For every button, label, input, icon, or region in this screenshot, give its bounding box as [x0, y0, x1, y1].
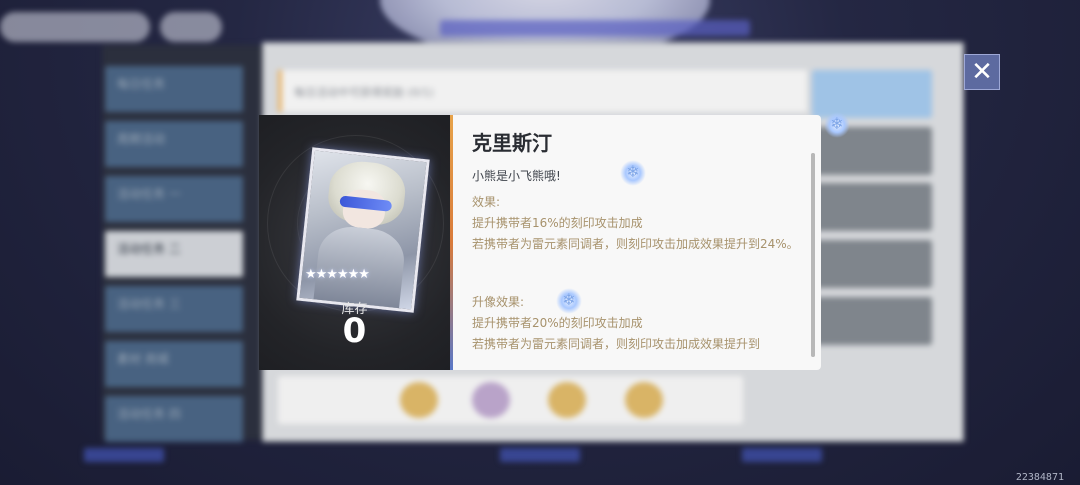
- right-status-button[interactable]: [812, 70, 932, 118]
- top-banner: [440, 20, 750, 36]
- reward-icon[interactable]: [625, 382, 663, 418]
- left-menu-item-4[interactable]: 活动任务 二: [105, 231, 243, 277]
- upgrade-section: 升像效果: 提升携带者20%的刻印攻击加成 若携带者为雷元素同调者，则刻印攻击加…: [472, 292, 802, 355]
- effect-line: 提升携带者16%的刻印攻击加成: [472, 216, 643, 230]
- effect-section: 效果: 提升携带者16%的刻印攻击加成 若携带者为雷元素同调者，则刻印攻击加成效…: [472, 192, 802, 255]
- bottom-tab-1[interactable]: [84, 448, 164, 462]
- user-id: 22384871: [1015, 472, 1064, 483]
- left-menu-item-6[interactable]: 素材 商城: [105, 341, 243, 387]
- left-menu-item-3[interactable]: 活动任务 一: [105, 176, 243, 222]
- snowflake-icon: [556, 288, 582, 314]
- upgrade-heading: 升像效果:: [472, 295, 525, 309]
- upgrade-line: 提升携带者20%的刻印攻击加成: [472, 316, 643, 330]
- left-menu-label: 周期活动: [117, 132, 166, 146]
- left-menu-item-7[interactable]: 活动任务 四: [105, 396, 243, 442]
- stock-value: 0: [342, 311, 367, 351]
- scrollbar-thumb[interactable]: [811, 153, 815, 357]
- left-menu-label: 每日任务: [117, 77, 166, 91]
- bottom-tab-3[interactable]: [742, 448, 822, 462]
- portrait-body: [313, 223, 407, 309]
- reward-strip: [278, 376, 743, 424]
- upgrade-line: 若携带者为雷元素同调者，则刻印攻击加成效果提升到: [472, 337, 761, 351]
- reward-icon[interactable]: [472, 382, 510, 418]
- item-card-left: ★★★★★★ 库存 0: [259, 115, 450, 370]
- right-slot-3[interactable]: [812, 183, 932, 231]
- left-menu-item-5[interactable]: 活动任务 三: [105, 286, 243, 332]
- left-menu-item-1[interactable]: 每日任务: [105, 66, 243, 112]
- character-portrait: [296, 147, 430, 313]
- right-slot-4[interactable]: [812, 240, 932, 288]
- top-pill-2[interactable]: [160, 12, 222, 42]
- item-title: 克里斯汀: [472, 131, 552, 155]
- effect-heading: 效果:: [472, 195, 501, 209]
- left-menu-label: 活动任务 二: [117, 242, 181, 256]
- star-rating: ★★★★★★: [305, 267, 370, 282]
- item-info-panel: 克里斯汀 小熊是小飞熊哦! 效果: 提升携带者16%的刻印攻击加成 若携带者为雷…: [453, 115, 821, 370]
- left-menu-label: 活动任务 一: [117, 187, 181, 201]
- left-menu-item-2[interactable]: 周期活动: [105, 121, 243, 167]
- left-menu-label: 活动任务 三: [117, 297, 181, 311]
- snowflake-icon: [620, 160, 646, 186]
- reward-icon[interactable]: [400, 382, 438, 418]
- effect-line: 若携带者为雷元素同调者，则刻印攻击加成效果提升到24%。: [472, 237, 799, 251]
- item-detail-popup: ★★★★★★ 库存 0 克里斯汀 小熊是小飞熊哦! 效果: 提升携带者16%的刻…: [259, 115, 821, 370]
- item-description: 小熊是小飞熊哦!: [472, 169, 561, 183]
- main-top-row: 每日活动中可获得奖励 (0/1): [278, 70, 807, 112]
- reward-icon[interactable]: [548, 382, 586, 418]
- right-slot-5[interactable]: [812, 297, 932, 345]
- left-menu-label: 素材 商城: [117, 352, 169, 366]
- left-menu-label: 活动任务 四: [117, 407, 181, 421]
- main-top-text: 每日活动中可获得奖励 (0/1): [294, 86, 434, 99]
- close-button[interactable]: ✕: [964, 54, 1000, 90]
- top-left-pill[interactable]: [0, 12, 150, 42]
- bottom-tab-2[interactable]: [500, 448, 580, 462]
- snowflake-icon: [824, 112, 850, 138]
